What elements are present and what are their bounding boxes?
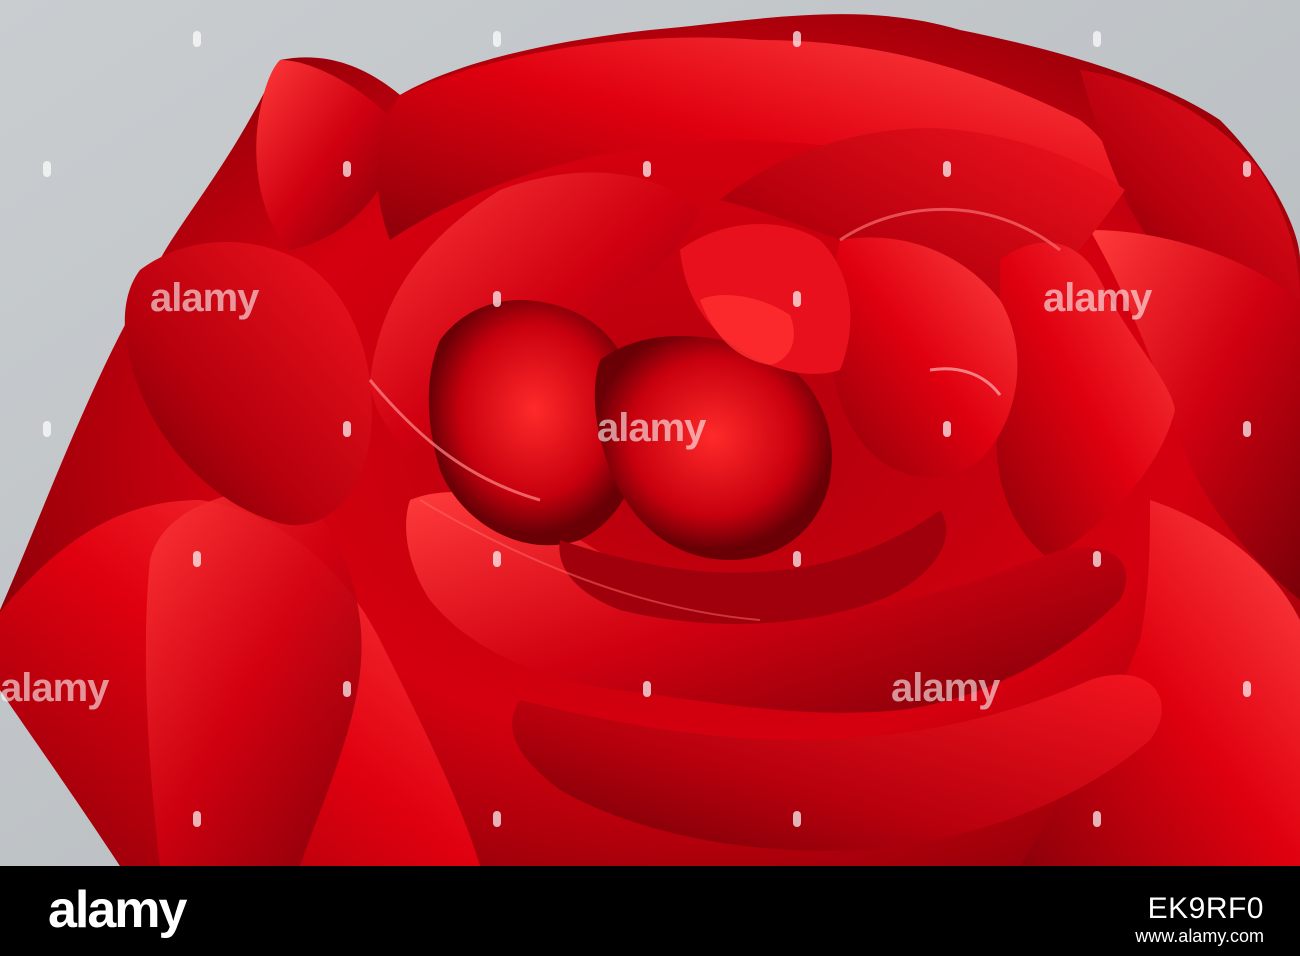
rose-photo [0,0,1300,866]
brand-logo: alamy [48,881,187,939]
image-id: EK9RF0 [1147,892,1264,925]
footer-bar: alamy EK9RF0 www.alamy.com [0,866,1300,956]
site-url: www.alamy.com [1135,926,1264,946]
photo: alamy alamy alamy alamy alamy [0,0,1300,866]
